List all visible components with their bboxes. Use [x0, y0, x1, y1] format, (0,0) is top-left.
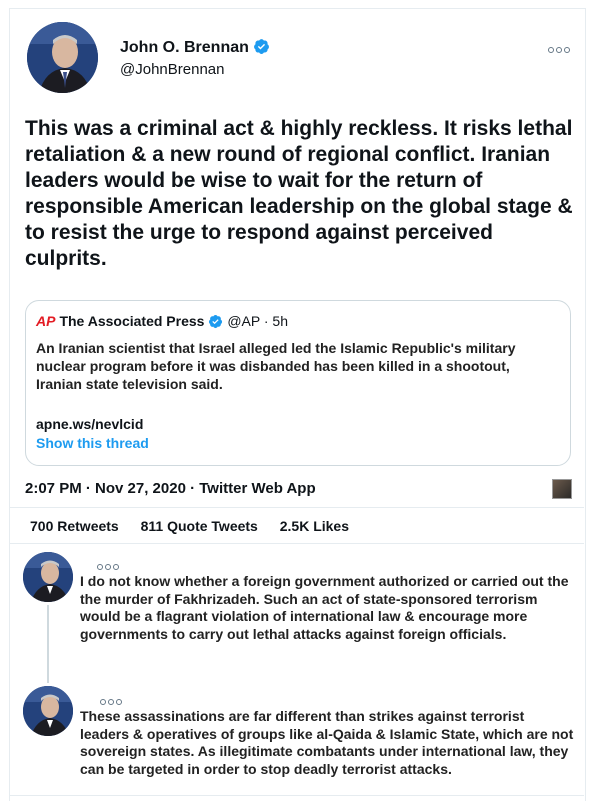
reply-text: These assassinations are far different t…: [80, 708, 574, 777]
divider: [10, 795, 584, 796]
quote-tweets-count[interactable]: 811 Quote Tweets: [141, 518, 258, 534]
quoted-tweet[interactable]: AP The Associated Press @AP · 5h An Irani…: [25, 300, 571, 466]
reply-text: I do not know whether a foreign governme…: [80, 573, 569, 642]
avatar[interactable]: [27, 22, 98, 93]
avatar[interactable]: [23, 686, 73, 736]
ap-logo: AP: [36, 313, 56, 329]
verified-badge-icon: [253, 38, 270, 60]
quoted-tweet-header: AP The Associated Press @AP · 5h: [36, 313, 288, 332]
author-handle[interactable]: @JohnBrennan: [120, 61, 224, 78]
author-name-text[interactable]: John O. Brennan: [120, 39, 249, 56]
tweet-text: This was a criminal act & highly reckles…: [25, 117, 573, 270]
verified-badge-icon: [208, 314, 223, 332]
retweets-count[interactable]: 700 Retweets: [30, 518, 119, 534]
author-name[interactable]: John O. Brennan: [120, 38, 270, 60]
quoted-author-name: The Associated Press: [59, 313, 205, 329]
quoted-link[interactable]: apne.ws/nevlcid: [36, 416, 143, 432]
media-thumbnail-icon[interactable]: [552, 479, 572, 499]
show-thread-link[interactable]: Show this thread: [36, 435, 149, 451]
quoted-handle-time: @AP · 5h: [227, 313, 288, 329]
divider: [10, 543, 584, 544]
divider: [10, 507, 584, 508]
thread-connector: [47, 605, 49, 683]
avatar[interactable]: [23, 552, 73, 602]
quoted-text: An Iranian scientist that Israel alleged…: [36, 340, 516, 392]
tweet-timestamp[interactable]: 2:07 PM · Nov 27, 2020 · Twitter Web App: [25, 480, 316, 497]
likes-count[interactable]: 2.5K Likes: [280, 518, 349, 534]
tweet-stats: 700 Retweets 811 Quote Tweets 2.5K Likes: [30, 518, 367, 534]
more-options-icon[interactable]: [548, 40, 570, 58]
